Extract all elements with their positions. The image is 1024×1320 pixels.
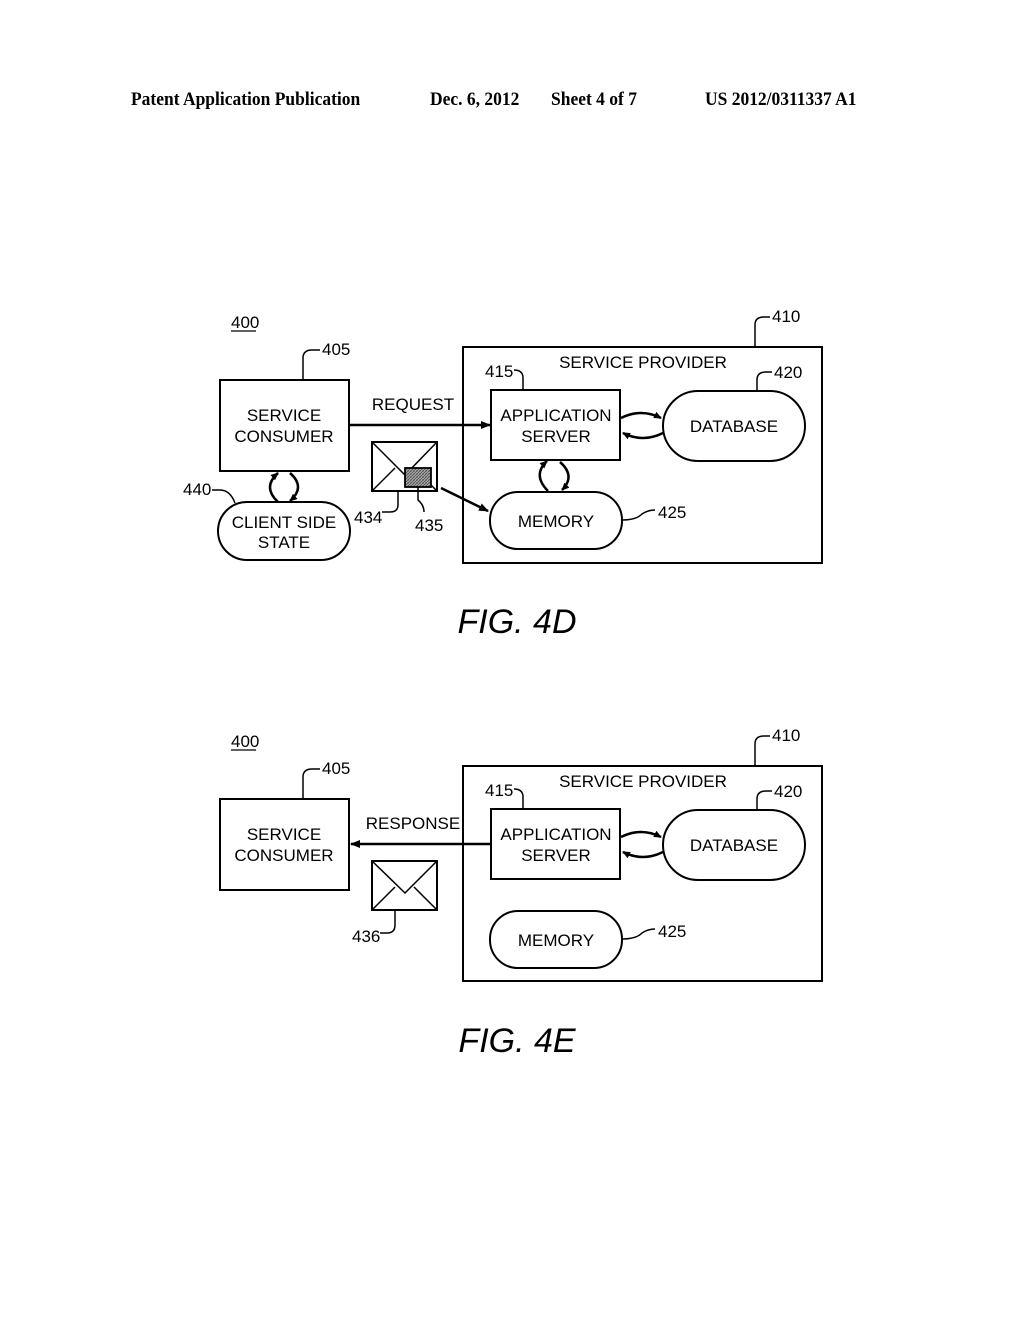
leader-line-415 (513, 369, 524, 390)
service-consumer-node: SERVICE CONSUMER (219, 379, 350, 472)
leader-line-415 (513, 788, 524, 809)
system-ref: 400 (231, 732, 259, 751)
leader-line-436 (380, 910, 396, 934)
ref-410: 410 (772, 726, 800, 745)
client-side-state-label-line1: CLIENT SIDE (232, 513, 337, 532)
memory-label: MEMORY (518, 512, 594, 531)
client-side-state-label-line2: STATE (258, 533, 310, 552)
application-server-node: APPLICATION SERVER (490, 389, 621, 461)
leader-line-425 (622, 928, 656, 940)
cycle-arrow-icon (268, 472, 279, 503)
figure-4d: 400 SERVICE CONSUMER 405 CLIENT SIDE STA… (183, 307, 823, 641)
service-provider-label: SERVICE PROVIDER (559, 772, 727, 791)
leader-line-420 (756, 371, 772, 391)
leader-line-420 (756, 790, 772, 810)
ref-436: 436 (352, 927, 380, 946)
leader-line-425 (622, 509, 656, 521)
memory-node: MEMORY (489, 491, 623, 550)
exchange-arrow-icon (620, 830, 662, 839)
response-label: RESPONSE (366, 814, 460, 833)
application-server-node: APPLICATION SERVER (490, 808, 621, 880)
ref-415: 415 (485, 781, 513, 800)
leader-line-440 (212, 489, 236, 504)
ref-405: 405 (322, 759, 350, 778)
ref-420: 420 (774, 782, 802, 801)
ref-425: 425 (658, 503, 686, 522)
service-consumer-label-line2: CONSUMER (234, 427, 333, 446)
service-consumer-label-line2: CONSUMER (234, 846, 333, 865)
ref-434: 434 (354, 508, 382, 527)
ref-435: 435 (415, 516, 443, 535)
application-server-label-line1: APPLICATION (500, 825, 611, 844)
leader-line-405 (302, 768, 320, 799)
exchange-arrow-icon (622, 431, 664, 440)
exchange-arrow-icon (620, 411, 662, 420)
message-envelope-icon (371, 860, 438, 911)
memory-node: MEMORY (489, 910, 623, 969)
cycle-arrow-icon (559, 461, 570, 491)
attachment-icon (404, 467, 432, 488)
leader-line-410 (754, 316, 770, 347)
application-server-label-line1: APPLICATION (500, 406, 611, 425)
application-server-label-line2: SERVER (521, 846, 591, 865)
ref-420: 420 (774, 363, 802, 382)
leader-line-434 (382, 491, 399, 513)
store-arrow (440, 486, 489, 513)
figure-4e: 400 SERVICE CONSUMER 405 RESPONSE 436 SE… (219, 726, 823, 1060)
figure-caption: FIG. 4D (457, 603, 576, 641)
memory-label: MEMORY (518, 931, 594, 950)
cycle-arrow-icon (289, 472, 300, 502)
service-consumer-node: SERVICE CONSUMER (219, 798, 350, 891)
client-side-state-node: CLIENT SIDE STATE (217, 501, 351, 561)
database-label: DATABASE (690, 417, 778, 436)
ref-410: 410 (772, 307, 800, 326)
cycle-arrow-icon (538, 460, 549, 492)
ref-405: 405 (322, 340, 350, 359)
leader-line-410 (754, 735, 770, 766)
message-envelope-icon (371, 441, 438, 492)
ref-415: 415 (485, 362, 513, 381)
request-label: REQUEST (372, 395, 454, 414)
service-provider-label: SERVICE PROVIDER (559, 353, 727, 372)
leader-line-405 (302, 349, 320, 380)
application-server-label-line2: SERVER (521, 427, 591, 446)
system-ref: 400 (231, 313, 259, 332)
service-consumer-label-line1: SERVICE (247, 406, 321, 425)
database-node: DATABASE (662, 390, 806, 462)
database-label: DATABASE (690, 836, 778, 855)
exchange-arrow-icon (622, 850, 664, 859)
service-consumer-label-line1: SERVICE (247, 825, 321, 844)
ref-440: 440 (183, 480, 211, 499)
figure-caption: FIG. 4E (458, 1022, 575, 1060)
ref-425: 425 (658, 922, 686, 941)
database-node: DATABASE (662, 809, 806, 881)
